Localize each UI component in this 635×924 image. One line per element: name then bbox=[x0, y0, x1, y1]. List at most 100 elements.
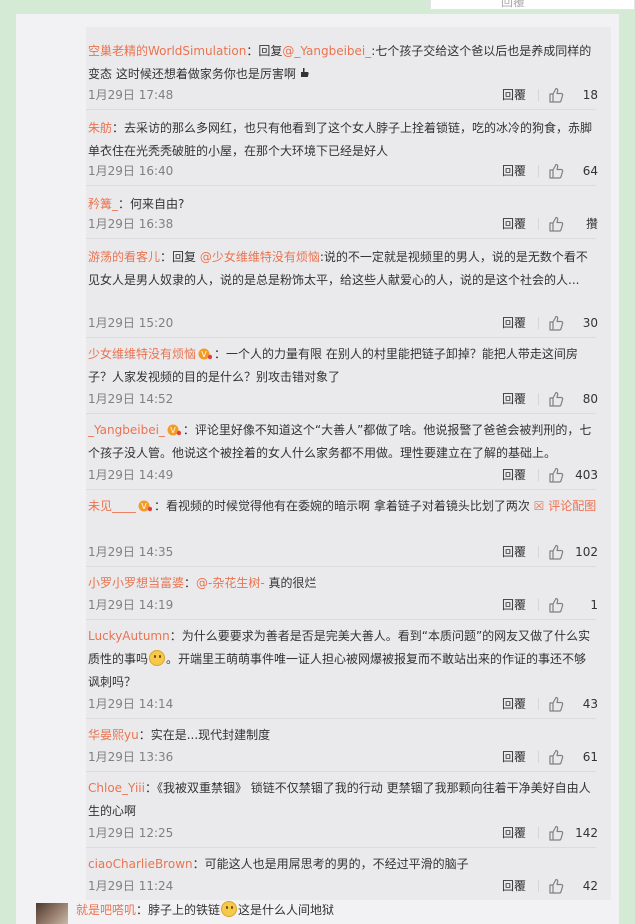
mention-link[interactable]: @-杂花生树- bbox=[196, 576, 265, 590]
thinking-emoji-icon bbox=[149, 650, 166, 666]
comment-body: 空巢老精的WorldSimulation：回复@_Yangbeibei_:七个孩… bbox=[88, 40, 598, 86]
meta-divider bbox=[538, 698, 539, 710]
like-icon[interactable] bbox=[548, 467, 564, 489]
comment-item: 华晏熙yu：实在是...现代封建制度 bbox=[88, 724, 598, 747]
comment-body: 小罗小罗想当富婆：@-杂花生树- 真的很烂 bbox=[88, 572, 598, 595]
comment-meta: 1月29日 14:35 回覆 102 bbox=[88, 542, 598, 562]
comment-username[interactable]: ciaoCharlieBrown bbox=[88, 857, 193, 871]
comment-meta: 1月29日 13:36 回覆 61 bbox=[88, 747, 598, 767]
like-icon[interactable] bbox=[548, 696, 564, 718]
comment-text: ：去采访的那么多网红，也只有他看到了这个女人脖子上拴着锁链，吃的冰冷的狗食，赤脚… bbox=[88, 121, 593, 158]
like-icon[interactable] bbox=[548, 544, 564, 566]
reply-button[interactable]: 回覆 bbox=[502, 389, 526, 409]
comment-item: 游荡的看客儿：回复 @少女维维特没有烦恼:说的不一定就是视频里的男人，说的是无数… bbox=[88, 246, 598, 292]
svg-text:V: V bbox=[170, 426, 176, 435]
comment-text: ：何来自由? bbox=[118, 197, 185, 211]
like-icon[interactable] bbox=[548, 87, 564, 109]
comment-item: ciaoCharlieBrown：可能这人也是用屌思考的男的，不经过平滑的脑子 bbox=[88, 853, 598, 876]
comment-username[interactable]: LuckyAutumn bbox=[88, 629, 170, 643]
meta-divider bbox=[538, 469, 539, 481]
comment-username[interactable]: 就是吧嗒叽 bbox=[76, 903, 136, 917]
comment-username[interactable]: Chloe_Yiii bbox=[88, 781, 145, 795]
like-icon[interactable] bbox=[548, 878, 564, 900]
comment-username[interactable]: 空巢老精的WorldSimulation bbox=[88, 44, 246, 58]
like-icon[interactable] bbox=[548, 749, 564, 771]
reply-button[interactable]: 回覆 bbox=[502, 823, 526, 843]
comment-username[interactable]: 矜篝_ bbox=[88, 197, 118, 211]
avatar[interactable] bbox=[36, 903, 68, 924]
comment-body: 未见____ V ：看视频的时候觉得他有在委婉的暗示啊 拿着链子对着镜头比划了两次 … bbox=[88, 495, 598, 518]
meta-divider bbox=[538, 165, 539, 177]
comment-text: 真的很烂 bbox=[264, 576, 317, 590]
hand-icon bbox=[298, 67, 310, 81]
comment-divider bbox=[86, 718, 596, 719]
comment-item: 少女维维特没有烦恼 V ：一个人的力量有限 在别人的村里能把链子卸掉？能把人带走这间… bbox=[88, 343, 598, 389]
like-count: 61 bbox=[582, 750, 598, 764]
vip-badge-icon: V bbox=[198, 345, 213, 360]
vip-badge-icon: V bbox=[167, 421, 182, 436]
comment-username[interactable]: 未见____ bbox=[88, 499, 136, 513]
vip-badge-icon: V bbox=[138, 497, 153, 512]
comment-meta: 1月29日 14:19 回覆 1 bbox=[88, 595, 598, 615]
comment-body: _Yangbeibei_ V ：评论里好像不知道这个“大善人”都做了啥。他说报警了爸… bbox=[88, 419, 598, 465]
comment-date: 1月29日 14:35 bbox=[88, 545, 174, 559]
reply-button[interactable]: 回覆 bbox=[502, 214, 526, 234]
reply-button[interactable]: 回覆 bbox=[502, 161, 526, 181]
like-count: 80 bbox=[582, 392, 598, 406]
meta-divider bbox=[538, 89, 539, 101]
mention-link[interactable]: @少女维维特没有烦恼 bbox=[200, 250, 320, 264]
comment-item: LuckyAutumn：为什么要要求为善者是否是完美大善人。看到“本质问题”的网… bbox=[88, 625, 598, 694]
like-count: 18 bbox=[582, 88, 598, 102]
reply-button[interactable]: 回覆 bbox=[502, 313, 526, 333]
like-icon[interactable] bbox=[548, 597, 564, 619]
like-icon[interactable] bbox=[548, 216, 564, 238]
reply-button[interactable]: 回覆 bbox=[502, 542, 526, 562]
comment-username[interactable]: 游荡的看客儿 bbox=[88, 250, 160, 264]
comment-item: 空巢老精的WorldSimulation：回复@_Yangbeibei_:七个孩… bbox=[88, 40, 598, 86]
like-count: 30 bbox=[582, 316, 598, 330]
comment-text: ：实在是...现代封建制度 bbox=[138, 728, 271, 742]
comment-date: 1月29日 14:19 bbox=[88, 598, 174, 612]
comment-username[interactable]: _Yangbeibei_ bbox=[88, 423, 165, 437]
meta-divider bbox=[538, 218, 539, 230]
comment-date: 1月29日 11:24 bbox=[88, 879, 174, 893]
reply-button[interactable]: 回覆 bbox=[502, 876, 526, 896]
comment-username[interactable]: 华晏熙yu bbox=[88, 728, 139, 742]
comment-divider bbox=[86, 489, 596, 490]
like-count: 403 bbox=[575, 468, 598, 482]
comment-divider bbox=[86, 847, 596, 848]
comment-date: 1月29日 15:20 bbox=[88, 316, 174, 330]
reply-button[interactable]: 回覆 bbox=[502, 85, 526, 105]
comment-meta: 1月29日 16:40 回覆 64 bbox=[88, 161, 598, 181]
comment-meta: 1月29日 14:14 回覆 43 bbox=[88, 694, 598, 714]
ghost-reply-text[interactable]: 回覆 bbox=[501, 0, 525, 10]
reply-button[interactable]: 回覆 bbox=[502, 465, 526, 485]
like-count: 43 bbox=[582, 697, 598, 711]
comment-username[interactable]: 少女维维特没有烦恼 bbox=[88, 347, 196, 361]
comment-divider bbox=[86, 413, 596, 414]
comment-picture-link[interactable]: ☒ 评论配图 bbox=[534, 499, 597, 513]
comment-divider bbox=[86, 109, 596, 110]
comment-date: 1月29日 14:52 bbox=[88, 392, 174, 406]
comment-body: 游荡的看客儿：回复 @少女维维特没有烦恼:说的不一定就是视频里的男人，说的是无数… bbox=[88, 246, 598, 292]
meta-divider bbox=[538, 880, 539, 892]
like-icon[interactable] bbox=[548, 391, 564, 413]
like-count: 102 bbox=[575, 545, 598, 559]
like-icon[interactable] bbox=[548, 163, 564, 185]
svg-text:V: V bbox=[201, 350, 207, 359]
comment-text: ：看视频的时候觉得他有在委婉的暗示啊 拿着链子对着镜头比划了两次 bbox=[154, 499, 534, 513]
comment-item: 小罗小罗想当富婆：@-杂花生树- 真的很烂 bbox=[88, 572, 598, 595]
mention-link[interactable]: @_Yangbeibei_ bbox=[282, 44, 371, 58]
like-icon[interactable] bbox=[548, 315, 564, 337]
reply-button[interactable]: 回覆 bbox=[502, 694, 526, 714]
comment-divider bbox=[86, 185, 596, 186]
comment-meta: 1月29日 16:38 回覆 攢 bbox=[88, 214, 598, 234]
reply-button[interactable]: 回覆 bbox=[502, 595, 526, 615]
like-icon[interactable] bbox=[548, 825, 564, 847]
reply-button[interactable]: 回覆 bbox=[502, 747, 526, 767]
comment-username[interactable]: 小罗小罗想当富婆 bbox=[88, 576, 184, 590]
comment-date: 1月29日 16:38 bbox=[88, 217, 174, 231]
comment-date: 1月29日 12:25 bbox=[88, 826, 174, 840]
comment-username[interactable]: 朱舫 bbox=[88, 121, 112, 135]
comment-body: 朱舫：去采访的那么多网红，也只有他看到了这个女人脖子上拴着锁链，吃的冰冷的狗食，… bbox=[88, 117, 598, 163]
